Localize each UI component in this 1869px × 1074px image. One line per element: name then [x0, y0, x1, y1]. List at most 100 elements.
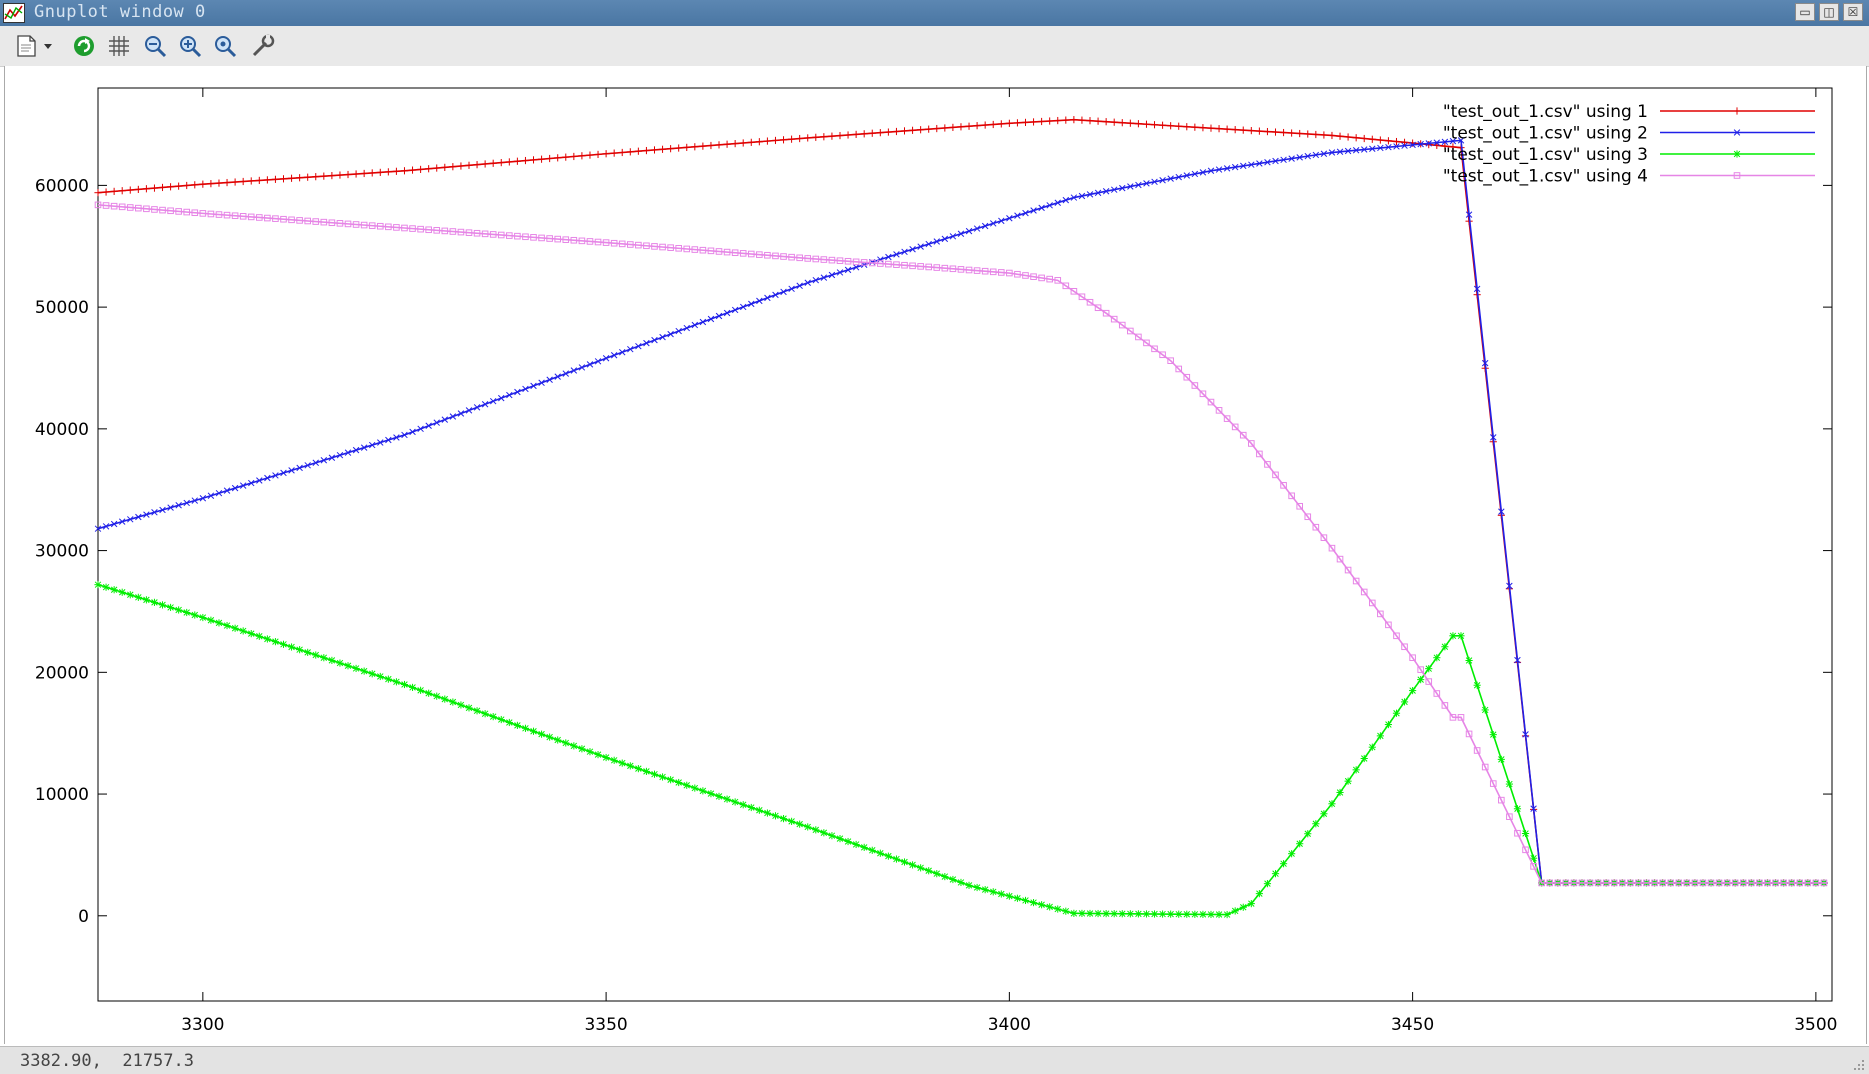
series-2 [94, 137, 1828, 887]
data-point [1054, 905, 1062, 913]
data-point [1247, 127, 1255, 135]
data-point [1433, 654, 1441, 662]
data-point [1239, 903, 1247, 911]
data-point [658, 773, 667, 781]
data-point [1078, 116, 1086, 124]
data-point [1368, 135, 1376, 143]
chart-svg[interactable]: 0 10000 20000 30000 40000 50000 60000 3300 3350 3… [5, 66, 1866, 1044]
data-point [650, 770, 659, 778]
data-point [384, 168, 392, 176]
grid-icon[interactable] [104, 31, 134, 61]
data-point [1013, 119, 1022, 127]
data-point [296, 174, 304, 182]
data-point [1029, 118, 1038, 126]
data-point [1271, 128, 1280, 136]
data-point [828, 132, 836, 140]
data-point [481, 160, 489, 168]
data-point [344, 170, 352, 179]
axes: 0 10000 20000 30000 40000 50000 60000 3300 3350 3… [35, 88, 1838, 1035]
data-point [1271, 870, 1280, 878]
data-point [247, 630, 255, 638]
data-point [529, 156, 538, 164]
data-point [1368, 743, 1376, 751]
data-point [368, 169, 376, 177]
data-point [368, 670, 376, 678]
data-point [408, 683, 417, 692]
data-point [763, 809, 772, 817]
data-point [1449, 632, 1457, 640]
legend-label: "test_out_1.csv" using 2 [1443, 124, 1648, 144]
data-point [1239, 126, 1247, 134]
data-point [788, 817, 796, 825]
data-point [400, 167, 409, 175]
data-point [546, 154, 554, 163]
minimize-icon[interactable]: ▭ [1795, 3, 1815, 21]
data-point [1102, 910, 1110, 918]
data-point [489, 159, 497, 167]
data-point [828, 832, 836, 840]
series-1 [94, 116, 1828, 887]
x-tick-label: 3350 [584, 1015, 627, 1035]
data-point [852, 130, 860, 139]
data-point [102, 188, 110, 196]
data-point [328, 171, 336, 180]
data-point [247, 177, 255, 185]
copy-icon[interactable] [12, 31, 42, 61]
settings-icon[interactable] [248, 31, 278, 61]
data-point [126, 186, 134, 194]
replot-icon[interactable] [69, 31, 99, 61]
data-point [1183, 910, 1191, 918]
data-point [1247, 900, 1255, 908]
data-point [312, 651, 320, 659]
zoom-in-icon[interactable] [175, 31, 205, 61]
data-point [562, 739, 570, 747]
data-point [392, 678, 401, 686]
resize-grip-icon[interactable] [1851, 1057, 1865, 1071]
data-point [1086, 117, 1094, 125]
data-point [425, 689, 433, 697]
data-point [1158, 121, 1167, 129]
data-point [739, 801, 747, 809]
data-point [949, 875, 957, 884]
data-point [747, 138, 755, 146]
data-point [642, 146, 651, 155]
data-point [473, 161, 481, 169]
data-point [836, 131, 844, 140]
data-point [1215, 910, 1223, 919]
data-point [1288, 129, 1296, 137]
data-point [320, 654, 328, 662]
data-point [505, 158, 513, 166]
dropdown-arrow-icon[interactable] [41, 31, 55, 61]
data-point [820, 133, 828, 141]
data-point [183, 181, 191, 190]
data-point [860, 130, 868, 138]
data-point [1215, 125, 1223, 133]
data-point [199, 180, 207, 188]
data-point [941, 872, 949, 881]
data-point [360, 667, 368, 675]
data-point [1005, 119, 1013, 127]
data-point [1733, 107, 1741, 115]
data-point [844, 131, 852, 139]
zoom-out-icon[interactable] [140, 31, 170, 61]
legend-label: "test_out_1.csv" using 1 [1443, 102, 1648, 122]
data-point [650, 146, 659, 154]
data-point [1384, 137, 1393, 145]
plot-area[interactable]: 0 10000 20000 30000 40000 50000 60000 3300 3350 3… [4, 66, 1867, 1044]
data-point [1328, 800, 1336, 808]
data-point [207, 180, 215, 188]
data-point [360, 169, 368, 178]
data-point [900, 858, 909, 866]
data-point [626, 148, 634, 156]
data-point [408, 166, 417, 174]
series-line [97, 118, 1828, 884]
data-point [852, 840, 860, 849]
data-point [884, 128, 892, 136]
data-point [707, 790, 715, 798]
data-point [675, 778, 683, 787]
maximize-icon[interactable]: ◫ [1819, 3, 1839, 21]
zoom-unzoom-icon[interactable] [210, 31, 240, 61]
close-icon[interactable]: ☒ [1843, 3, 1863, 21]
y-tick-label: 10000 [35, 785, 89, 805]
data-point [1175, 910, 1183, 918]
